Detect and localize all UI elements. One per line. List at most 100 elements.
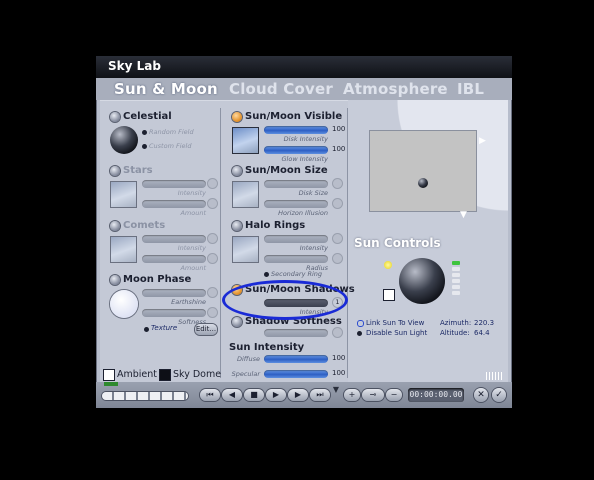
earthshine-value[interactable]: [207, 287, 218, 298]
random-field-bullet[interactable]: [142, 130, 147, 135]
texture-option[interactable]: Texture: [151, 324, 177, 332]
sun-position-preview[interactable]: [370, 131, 476, 211]
key-button[interactable]: ⊸: [362, 389, 384, 401]
horizon-illusion-value[interactable]: [332, 198, 343, 209]
stop-button[interactable]: ■: [244, 389, 264, 401]
collapse-arrow-icon[interactable]: ▼: [332, 384, 340, 396]
stars-thumbnail[interactable]: [110, 181, 137, 208]
specular-slider[interactable]: [264, 370, 328, 378]
custom-field-bullet[interactable]: [142, 144, 147, 149]
halo-rings-radio[interactable]: [232, 221, 242, 231]
highlight-annotation-circle: [222, 280, 348, 320]
remove-keyframe-button[interactable]: −: [386, 389, 402, 401]
glow-intensity-slider[interactable]: [264, 146, 328, 154]
disk-intensity-slider[interactable]: [264, 126, 328, 134]
sun-position-marker[interactable]: [418, 178, 428, 188]
altitude-value[interactable]: 64.4: [474, 329, 490, 337]
sun-controls-title: Sun Controls: [354, 236, 441, 250]
comets-amount-slider[interactable]: [142, 255, 206, 263]
timeline-scrubber[interactable]: [102, 392, 188, 400]
ok-button[interactable]: ✓: [492, 388, 506, 402]
disk-intensity-value[interactable]: 100: [332, 125, 345, 133]
sun-color-indicator[interactable]: [384, 261, 392, 269]
comets-intensity-slider[interactable]: [142, 235, 206, 243]
custom-field-option[interactable]: Custom Field: [149, 142, 191, 150]
tab-cloud-cover[interactable]: Cloud Cover: [229, 80, 333, 98]
preview-arrow-down-icon[interactable]: ▼: [460, 210, 467, 220]
celestial-preview-sphere[interactable]: [110, 126, 138, 154]
sun-color-swatch[interactable]: [383, 289, 395, 301]
shadow-softness-radio[interactable]: [232, 317, 242, 327]
column-divider: [347, 108, 348, 378]
time-display[interactable]: 00:00:00.00: [408, 388, 464, 402]
stars-radio[interactable]: [110, 166, 120, 176]
halo-rings-thumbnail[interactable]: [232, 236, 259, 263]
celestial-label: Celestial: [123, 111, 172, 122]
disable-sun-light-bullet[interactable]: [357, 331, 362, 336]
go-to-start-button[interactable]: ⏮: [200, 389, 220, 401]
edit-texture-button[interactable]: Edit...: [195, 324, 217, 335]
secondary-ring-bullet[interactable]: [264, 272, 269, 277]
specular-value[interactable]: 100: [332, 369, 345, 377]
ambient-checkbox[interactable]: [103, 369, 115, 381]
sky-dome-checkbox[interactable]: [159, 369, 171, 381]
link-sun-to-view-label[interactable]: Link Sun To View: [366, 319, 424, 327]
earthshine-slider[interactable]: [142, 289, 206, 297]
celestial-radio[interactable]: [110, 112, 120, 122]
disk-size-slider[interactable]: [264, 180, 328, 188]
title-bar[interactable]: Sky Lab: [96, 56, 512, 78]
softness-value[interactable]: [207, 307, 218, 318]
random-field-option[interactable]: Random Field: [149, 128, 194, 136]
moon-phase-radio[interactable]: [110, 275, 120, 285]
comets-intensity-value[interactable]: [207, 233, 218, 244]
moon-phase-preview[interactable]: [110, 290, 138, 318]
sun-moon-size-radio[interactable]: [232, 166, 242, 176]
disable-sun-light-label[interactable]: Disable Sun Light: [366, 329, 427, 337]
softness-slider[interactable]: [142, 309, 206, 317]
sun-moon-visible-radio[interactable]: [232, 112, 242, 122]
sun-moon-visible-thumbnail[interactable]: [232, 127, 259, 154]
halo-intensity-value[interactable]: [332, 233, 343, 244]
link-sun-radio[interactable]: [357, 320, 364, 327]
meter-segment: [452, 279, 460, 283]
cancel-button[interactable]: ✕: [474, 388, 488, 402]
sun-moon-size-thumbnail[interactable]: [232, 181, 259, 208]
shadow-softness-value[interactable]: [332, 327, 343, 338]
go-to-start-icon: ⏮: [206, 390, 214, 399]
halo-radius-slider[interactable]: [264, 255, 328, 263]
add-keyframe-button[interactable]: +: [344, 389, 360, 401]
step-forward-button[interactable]: ▶: [288, 389, 308, 401]
frame-marker[interactable]: [104, 382, 118, 386]
comets-thumbnail[interactable]: [110, 236, 137, 263]
diffuse-value[interactable]: 100: [332, 354, 345, 362]
preview-arrow-right-icon[interactable]: ▶: [479, 136, 486, 146]
disk-size-label: Disk Size: [298, 189, 328, 197]
comets-amount-value[interactable]: [207, 253, 218, 264]
sun-controls-sphere[interactable]: [399, 258, 445, 304]
tab-bar: Sun & Moon Cloud Cover Atmosphere IBL: [96, 78, 512, 100]
comets-radio[interactable]: [110, 221, 120, 231]
horizon-illusion-slider[interactable]: [264, 200, 328, 208]
stars-amount-slider[interactable]: [142, 200, 206, 208]
tab-ibl[interactable]: IBL: [457, 80, 484, 98]
texture-bullet[interactable]: [144, 327, 149, 332]
stars-amount-value[interactable]: [207, 198, 218, 209]
stars-intensity-value[interactable]: [207, 178, 218, 189]
halo-intensity-slider[interactable]: [264, 235, 328, 243]
secondary-ring-option[interactable]: Secondary Ring: [271, 270, 322, 278]
stop-icon: ■: [250, 390, 258, 399]
play-button[interactable]: ▶: [266, 389, 286, 401]
tab-sun-moon[interactable]: Sun & Moon: [114, 80, 218, 98]
sun-level-meter[interactable]: [452, 261, 460, 301]
halo-radius-value[interactable]: [332, 253, 343, 264]
azimuth-value[interactable]: 220.3: [474, 319, 494, 327]
step-back-button[interactable]: ◀: [222, 389, 242, 401]
shadow-softness-slider[interactable]: [264, 329, 328, 337]
diffuse-slider[interactable]: [264, 355, 328, 363]
resize-grip[interactable]: [486, 372, 504, 380]
go-to-end-button[interactable]: ⏭: [310, 389, 330, 401]
tab-atmosphere[interactable]: Atmosphere: [343, 80, 448, 98]
disk-size-value[interactable]: [332, 178, 343, 189]
stars-intensity-slider[interactable]: [142, 180, 206, 188]
glow-intensity-value[interactable]: 100: [332, 145, 345, 153]
